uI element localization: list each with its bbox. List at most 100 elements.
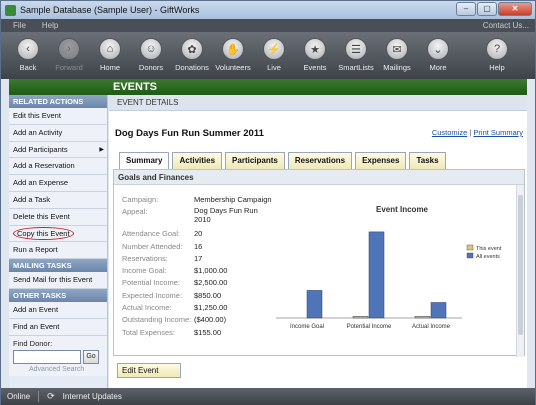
- donations-icon: ✿: [181, 38, 203, 60]
- sidebar-item-label: Add a Task: [13, 194, 50, 204]
- toolbar-donations-button[interactable]: ✿ Donations: [173, 32, 211, 79]
- toolbar-label: Home: [99, 63, 120, 72]
- minimize-button[interactable]: –: [456, 2, 476, 16]
- tab-reservations[interactable]: Reservations: [287, 152, 353, 169]
- close-button[interactable]: ✕: [498, 2, 532, 16]
- app-window: Sample Database (Sample User) - GiftWork…: [0, 0, 536, 405]
- sidebar-item-label: Copy this Event: [13, 226, 74, 240]
- scrollbar-thumb[interactable]: [518, 195, 523, 335]
- customize-link[interactable]: Customize: [432, 128, 467, 137]
- field-value: $1,250.00: [194, 303, 228, 313]
- bar-all-events: [306, 290, 323, 319]
- toolbar-help-button[interactable]: ? Help: [478, 32, 516, 79]
- main-toolbar: ‹ Back › Forward ⌂ Home ☺ Donors ✿ Donations ✋ Volu…: [1, 32, 535, 79]
- maximize-button[interactable]: ▢: [477, 2, 497, 16]
- toolbar-forward-button[interactable]: › Forward: [50, 32, 88, 79]
- legend-label: This event: [476, 246, 502, 252]
- title-bar: Sample Database (Sample User) - GiftWork…: [1, 1, 535, 19]
- sidebar-item[interactable]: Add an Event: [9, 301, 107, 319]
- toolbar-home-button[interactable]: ⌂ Home: [91, 32, 129, 79]
- tab-tasks[interactable]: Tasks: [409, 152, 446, 169]
- field-value: ($400.00): [194, 315, 227, 325]
- field-row: Expected Income: $850.00: [122, 290, 272, 302]
- donors-icon: ☺: [140, 38, 162, 60]
- find-donor-input[interactable]: [13, 349, 81, 364]
- sidebar-item-label: Add an Event: [13, 304, 59, 314]
- sidebar-item[interactable]: Copy this Event: [9, 225, 107, 243]
- internet-updates-link[interactable]: Internet Updates: [63, 392, 122, 401]
- toolbar-back-button[interactable]: ‹ Back: [9, 32, 47, 79]
- sidebar-item[interactable]: Find an Event: [9, 318, 107, 336]
- menu-file[interactable]: File: [13, 21, 26, 30]
- toolbar-label: SmartLists: [338, 63, 374, 72]
- tab-activities[interactable]: Activities: [172, 152, 223, 169]
- sidebar-item[interactable]: Add an Activity: [9, 124, 107, 142]
- sidebar-item[interactable]: Add a Task: [9, 191, 107, 209]
- toolbar-mailings-button[interactable]: ✉ Mailings: [378, 32, 416, 79]
- fields-list: Campaign: Membership Campaign Appeal: Dog D…: [122, 194, 272, 339]
- sidebar-item[interactable]: Edit this Event: [9, 108, 107, 125]
- go-button[interactable]: Go: [83, 349, 99, 364]
- more-icon: ⌄: [427, 38, 449, 60]
- toolbar-label: Mailings: [383, 63, 411, 72]
- sidebar-item-label: Delete this Event: [13, 211, 70, 221]
- field-row: Total Expenses: $155.00: [122, 327, 272, 339]
- window-title: Sample Database (Sample User) - GiftWork…: [20, 5, 200, 15]
- toolbar-events-button[interactable]: ★ Events: [296, 32, 334, 79]
- sidebar-item[interactable]: Delete this Event: [9, 208, 107, 226]
- field-label: Total Expenses:: [122, 327, 175, 337]
- sidebar-item-label: Add Participants: [13, 144, 68, 154]
- toolbar-label: Forward: [55, 63, 83, 72]
- toolbar-live-button[interactable]: ⚡ Live: [255, 32, 293, 79]
- sidebar-item[interactable]: Add an Expense: [9, 175, 107, 192]
- menu-bar: File Help Contact Us...: [1, 19, 535, 32]
- live-icon: ⚡: [263, 38, 285, 60]
- field-label: Number Attended:: [122, 241, 183, 251]
- panel-scrollbar[interactable]: [516, 185, 524, 357]
- sidebar-item[interactable]: Add Participants ▶: [9, 141, 107, 159]
- sidebar-item[interactable]: Send Mail for this Event: [9, 272, 107, 289]
- toolbar-smartlists-button[interactable]: ☰ SmartLists: [337, 32, 375, 79]
- field-value: 16: [194, 241, 203, 251]
- back-icon: ‹: [17, 38, 39, 60]
- summary-panel: Goals and Finances Campaign: Membership C…: [113, 169, 525, 357]
- toolbar-label: Help: [489, 63, 505, 72]
- edit-event-button[interactable]: Edit Event: [117, 363, 181, 378]
- find-donor-label: Find Donor:: [13, 338, 53, 348]
- field-row: Reservations: 17: [122, 253, 272, 265]
- sidebar-item[interactable]: Add a Reservation: [9, 158, 107, 176]
- mailing-tasks-heading: MAILING TASKS: [9, 259, 107, 273]
- sidebar-item-label: Add an Activity: [13, 127, 63, 137]
- menu-help[interactable]: Help: [42, 21, 58, 30]
- tab-strip: Summary Activities Participants Reservation…: [119, 152, 446, 170]
- home-icon: ⌂: [99, 38, 121, 60]
- tab-summary[interactable]: Summary: [119, 152, 170, 170]
- field-label: Actual Income:: [122, 303, 172, 313]
- contact-us-link[interactable]: Contact Us...: [483, 21, 529, 30]
- event-details-header: EVENT DETAILS: [109, 95, 527, 111]
- online-status: Online: [7, 392, 31, 401]
- field-row: Outstanding Income: ($400.00): [122, 314, 272, 326]
- find-donor-panel: Find Donor: Go Advanced Search: [9, 335, 107, 376]
- sidebar-item-label: Add a Reservation: [13, 161, 75, 171]
- field-row: Potential Income: $2,500.00: [122, 277, 272, 289]
- status-bar: Online ⟳ Internet Updates: [1, 388, 535, 405]
- event-title: Dog Days Fun Run Summer 2011: [115, 128, 264, 139]
- toolbar-more-button[interactable]: ⌄ More: [419, 32, 457, 79]
- advanced-search-link[interactable]: Advanced Search: [13, 366, 103, 373]
- field-label: Outstanding Income:: [122, 315, 192, 325]
- submenu-arrow-icon: ▶: [99, 146, 104, 153]
- toolbar-volunteers-button[interactable]: ✋ Volunteers: [214, 32, 252, 79]
- toolbar-donors-button[interactable]: ☺ Donors: [132, 32, 170, 79]
- field-value: 20: [194, 229, 203, 239]
- print-summary-link[interactable]: Print Summary: [473, 128, 523, 137]
- legend-swatch: [466, 244, 474, 251]
- smartlists-icon: ☰: [345, 38, 367, 60]
- tab-expenses[interactable]: Expenses: [355, 152, 407, 169]
- field-value: $1,000.00: [194, 266, 228, 276]
- bar-all-events: [430, 302, 447, 319]
- field-value: $155.00: [194, 327, 222, 337]
- sidebar-item[interactable]: Run a Report: [9, 242, 107, 260]
- tab-participants[interactable]: Participants: [225, 152, 285, 169]
- toolbar-label: Events: [303, 63, 327, 72]
